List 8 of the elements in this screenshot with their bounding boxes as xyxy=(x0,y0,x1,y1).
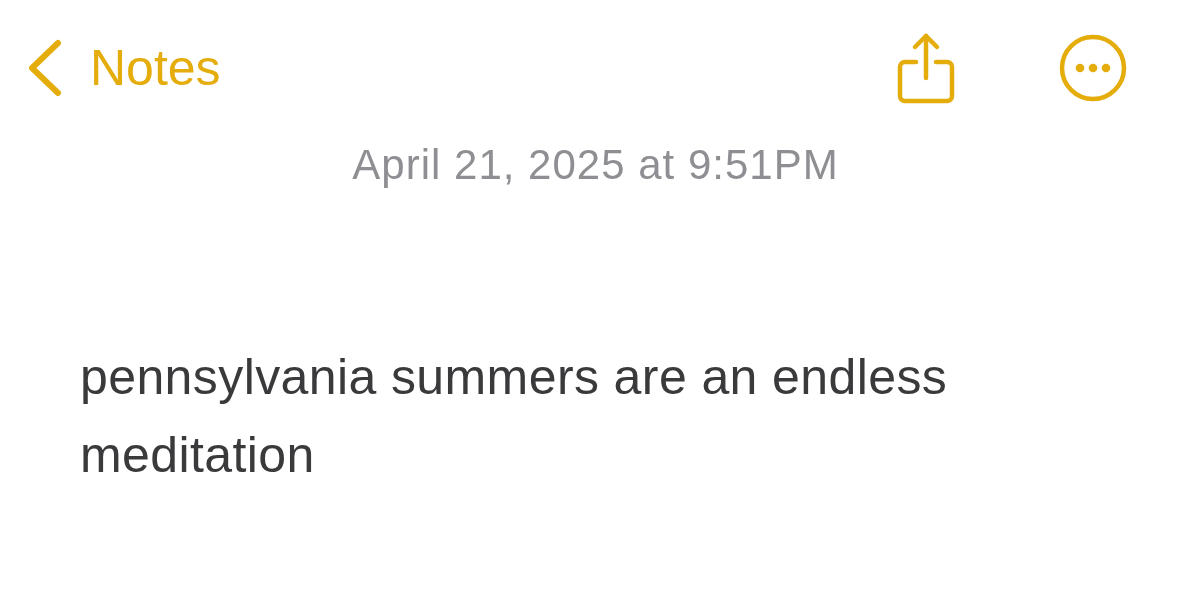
more-icon xyxy=(1059,34,1127,102)
back-button[interactable]: Notes xyxy=(26,39,221,97)
note-text: pennsylvania summers are an endless meditation xyxy=(79,348,949,485)
note-date: April 21, 2025 at 9:51PM xyxy=(352,144,839,186)
more-button[interactable] xyxy=(1059,34,1127,102)
share-button[interactable] xyxy=(897,32,955,104)
chevron-left-icon xyxy=(26,39,62,97)
share-icon xyxy=(897,32,955,104)
